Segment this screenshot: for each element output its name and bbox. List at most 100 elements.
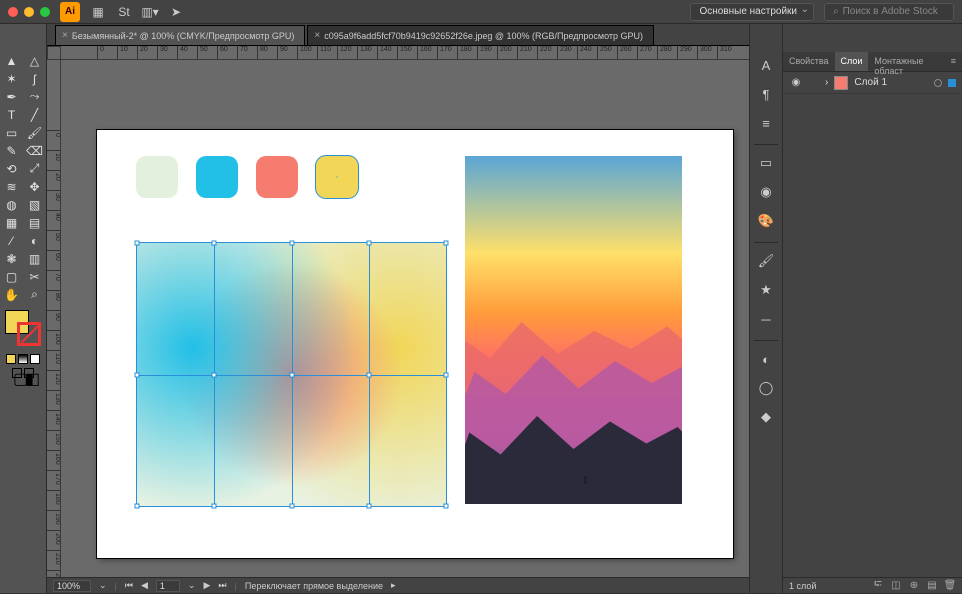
align-panel-icon[interactable]: ≡ bbox=[753, 110, 779, 136]
color-mode-none[interactable] bbox=[30, 354, 40, 364]
draw-mode-normal[interactable]: ▢ bbox=[12, 368, 22, 378]
visibility-toggle-icon[interactable]: ◉ bbox=[789, 77, 803, 88]
workspace-selector[interactable]: Основные настройки bbox=[690, 3, 814, 21]
gradient-tool[interactable]: ▤ bbox=[23, 214, 46, 231]
gradient-mesh-object[interactable] bbox=[136, 242, 447, 507]
paintbrush-tool[interactable]: 🖌 bbox=[23, 124, 46, 141]
character-panel-icon[interactable]: A bbox=[753, 52, 779, 78]
eyedropper-tool[interactable]: ⁄ bbox=[0, 232, 23, 249]
symbols-panel-icon[interactable]: ★ bbox=[753, 277, 779, 303]
artboard-next-last-icon[interactable]: ⏭ bbox=[218, 580, 226, 591]
layer-name[interactable]: Слой 1 bbox=[854, 77, 887, 88]
mesh-anchor[interactable] bbox=[135, 241, 140, 246]
perspective-tool[interactable]: ▧ bbox=[23, 196, 46, 213]
mesh-anchor[interactable] bbox=[289, 372, 294, 377]
zoom-dropdown-icon[interactable]: ⌄ bbox=[99, 580, 107, 591]
zoom-tool[interactable]: ⌕ bbox=[23, 286, 46, 303]
close-window-icon[interactable] bbox=[8, 7, 18, 17]
mesh-anchor[interactable] bbox=[444, 241, 449, 246]
fill-stroke-control[interactable] bbox=[3, 308, 43, 348]
mesh-anchor[interactable] bbox=[135, 372, 140, 377]
curvature-tool[interactable]: ⤳ bbox=[23, 88, 46, 105]
mesh-anchor[interactable] bbox=[444, 504, 449, 509]
clipping-mask-icon[interactable]: ◫ bbox=[890, 580, 902, 592]
artboard-tool[interactable]: ▢ bbox=[0, 268, 23, 285]
stock-icon[interactable]: St bbox=[116, 4, 132, 20]
document-tab[interactable]: × Безымянный-2* @ 100% (CMYK/Предпросмот… bbox=[55, 25, 305, 45]
free-transform-tool[interactable]: ✥ bbox=[23, 178, 46, 195]
new-sublayer-icon[interactable]: ⊕ bbox=[908, 580, 920, 592]
ruler-vertical[interactable]: 0102030405060708090100110120130140150160… bbox=[47, 60, 61, 577]
stroke-panel-icon[interactable]: ─ bbox=[753, 306, 779, 332]
paragraph-panel-icon[interactable]: ¶ bbox=[753, 81, 779, 107]
color-mode-gradient[interactable] bbox=[18, 354, 28, 364]
swatch-3[interactable] bbox=[256, 156, 298, 198]
rectangle-tool[interactable]: ▭ bbox=[0, 124, 23, 141]
zoom-field[interactable]: 100% bbox=[53, 580, 91, 592]
close-tab-icon[interactable]: × bbox=[62, 30, 68, 41]
artboard-number-field[interactable]: 1 bbox=[156, 580, 180, 592]
eraser-tool[interactable]: ⌫ bbox=[23, 142, 46, 159]
layer-row[interactable]: ◉ › Слой 1 bbox=[783, 72, 962, 94]
graphic-styles-panel-icon[interactable]: ◐ bbox=[753, 346, 779, 372]
mesh-anchor[interactable] bbox=[444, 372, 449, 377]
pen-tool[interactable]: ✒ bbox=[0, 88, 23, 105]
close-tab-icon[interactable]: × bbox=[314, 30, 320, 41]
status-hint-dropdown-icon[interactable]: ▸ bbox=[391, 580, 396, 591]
lasso-tool[interactable]: ʃ bbox=[23, 70, 46, 87]
gpu-preview-icon[interactable]: ➤ bbox=[168, 4, 184, 20]
mesh-anchor[interactable] bbox=[366, 241, 371, 246]
mesh-anchor[interactable] bbox=[366, 504, 371, 509]
mesh-anchor[interactable] bbox=[212, 504, 217, 509]
swatch-2[interactable] bbox=[196, 156, 238, 198]
symbol-sprayer-tool[interactable]: ❃ bbox=[0, 250, 23, 267]
swatches-panel-icon[interactable]: 🎨 bbox=[753, 208, 779, 234]
mesh-tool[interactable]: ▦ bbox=[0, 214, 23, 231]
brushes-panel-icon[interactable]: 🖌 bbox=[753, 248, 779, 274]
expand-layer-icon[interactable]: › bbox=[825, 77, 828, 88]
artboard-next-icon[interactable]: ▶ bbox=[203, 580, 210, 591]
panel-menu-icon[interactable]: ≡ bbox=[945, 52, 962, 71]
search-stock-input[interactable]: ⌕ Поиск в Adobe Stock bbox=[824, 3, 954, 21]
color-panel-icon[interactable]: ◯ bbox=[753, 375, 779, 401]
ruler-horizontal[interactable]: 0102030405060708090100110120130140150160… bbox=[61, 46, 749, 60]
document-tab[interactable]: × c095a9f6add5fcf70b9419c92652f26e.jpeg … bbox=[307, 25, 654, 45]
mesh-anchor[interactable] bbox=[212, 372, 217, 377]
home-icon[interactable]: ▦ bbox=[90, 4, 106, 20]
zoom-window-icon[interactable] bbox=[40, 7, 50, 17]
delete-layer-icon[interactable]: 🗑 bbox=[944, 580, 956, 592]
mesh-anchor[interactable] bbox=[212, 241, 217, 246]
selection-tool[interactable]: ▲ bbox=[0, 52, 23, 69]
magic-wand-tool[interactable]: ✶ bbox=[0, 70, 23, 87]
mesh-anchor[interactable] bbox=[289, 241, 294, 246]
arrange-documents-icon[interactable]: ▥▾ bbox=[142, 4, 158, 20]
column-graph-tool[interactable]: ▥ bbox=[23, 250, 46, 267]
layer-thumbnail[interactable] bbox=[834, 76, 848, 90]
ruler-origin[interactable] bbox=[47, 46, 61, 60]
swatch-1[interactable] bbox=[136, 156, 178, 198]
selection-indicator-icon[interactable] bbox=[948, 79, 956, 87]
draw-mode-behind[interactable]: ◧ bbox=[24, 368, 34, 378]
artboard-prev-first-icon[interactable]: ⏮ bbox=[125, 580, 133, 591]
appearance-panel-icon[interactable]: ◉ bbox=[753, 179, 779, 205]
minimize-window-icon[interactable] bbox=[24, 7, 34, 17]
canvas-viewport[interactable] bbox=[61, 60, 749, 577]
mesh-anchor[interactable] bbox=[135, 504, 140, 509]
slice-tool[interactable]: ✂ bbox=[23, 268, 46, 285]
panel-tab-properties[interactable]: Свойства bbox=[783, 52, 835, 71]
shape-builder-tool[interactable]: ◍ bbox=[0, 196, 23, 213]
line-segment-tool[interactable]: ╱ bbox=[23, 106, 46, 123]
type-tool[interactable]: T bbox=[0, 106, 23, 123]
placed-image[interactable] bbox=[465, 156, 682, 504]
artboard[interactable] bbox=[97, 130, 733, 558]
stroke-swatch[interactable] bbox=[17, 322, 41, 346]
artboard-prev-icon[interactable]: ◀ bbox=[141, 580, 148, 591]
rotate-tool[interactable]: ⟲ bbox=[0, 160, 23, 177]
hand-tool[interactable]: ✋ bbox=[0, 286, 23, 303]
panel-tab-layers[interactable]: Слои bbox=[835, 52, 869, 71]
artboard-dropdown-icon[interactable]: ⌄ bbox=[188, 580, 196, 591]
mesh-anchor[interactable] bbox=[366, 372, 371, 377]
scale-tool[interactable]: ⤢ bbox=[23, 160, 46, 177]
mesh-anchor[interactable] bbox=[289, 504, 294, 509]
color-guide-panel-icon[interactable]: ◆ bbox=[753, 404, 779, 430]
